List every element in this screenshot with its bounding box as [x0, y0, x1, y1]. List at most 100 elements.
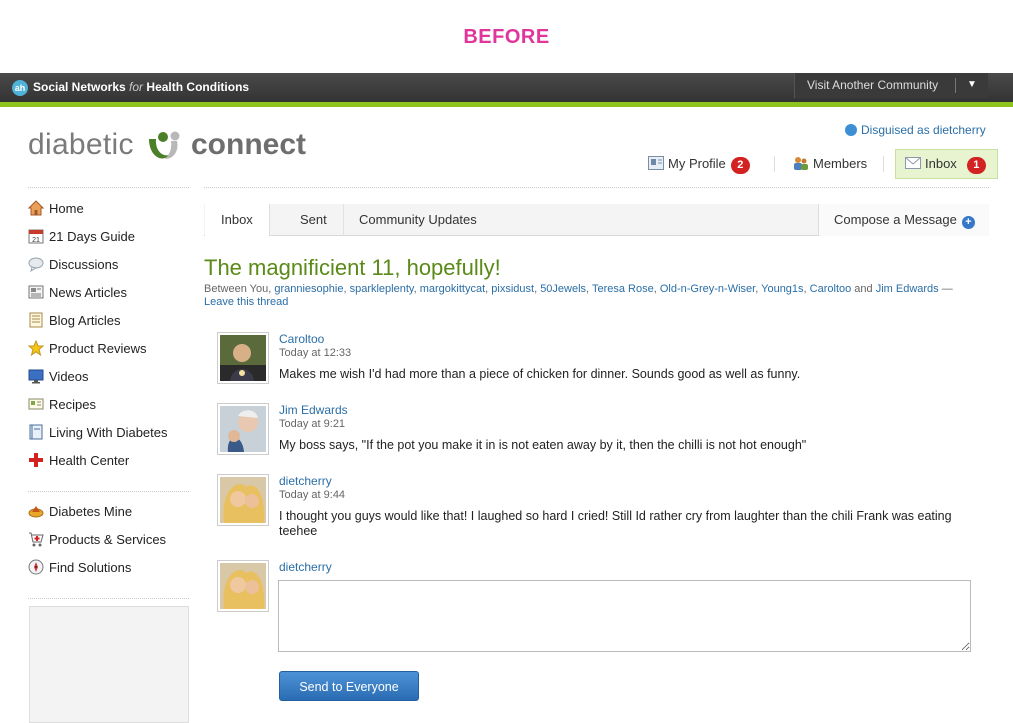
avatar[interactable] — [217, 332, 269, 384]
sidebar-item-label: Living With Diabetes — [49, 425, 168, 440]
participant-link[interactable]: sparkleplenty — [350, 283, 414, 295]
tab-community-updates[interactable]: Community Updates — [343, 204, 493, 236]
send-to-everyone-button[interactable]: Send to Everyone — [279, 671, 419, 701]
newspaper-icon — [28, 285, 44, 299]
participant-link[interactable]: 50Jewels — [540, 283, 586, 295]
cart-icon — [29, 532, 44, 547]
home-icon — [28, 200, 44, 216]
members-icon — [794, 157, 808, 170]
logo-mark-icon[interactable] — [145, 131, 183, 163]
sidebar-item-label: Discussions — [49, 257, 119, 272]
profile-card-icon — [648, 156, 664, 170]
before-label: BEFORE — [463, 26, 550, 48]
sidebar-item-label: Find Solutions — [49, 560, 132, 575]
participant-link[interactable]: Caroltoo — [810, 283, 852, 295]
plus-icon: + — [961, 216, 975, 229]
header-divider — [204, 187, 989, 188]
sidebar-item-label: Products & Services — [49, 532, 167, 547]
sidebar-divider — [28, 598, 189, 599]
sidebar-divider — [28, 491, 189, 492]
sidebar-item-label: Product Reviews — [49, 341, 147, 356]
sidebar-item-label: Diabetes Mine — [49, 504, 133, 519]
leave-thread-link[interactable]: Leave this thread — [204, 296, 288, 308]
and-word: and — [851, 283, 876, 295]
book-icon — [29, 424, 43, 440]
participant-link[interactable]: pixsidust — [491, 283, 534, 295]
dropdown-arrow-icon[interactable]: ▼ — [967, 74, 977, 96]
sidebar-item-label: Home — [49, 201, 84, 216]
ah-logo-icon[interactable]: ah — [12, 80, 28, 96]
visit-divider — [955, 78, 956, 93]
participant-link[interactable]: granniesophie — [274, 283, 343, 295]
inbox-link[interactable]: Inbox 1 — [905, 156, 986, 174]
disguised-as-link[interactable]: Disguised as dietcherry — [845, 123, 986, 137]
sidebar-ad-placeholder — [29, 606, 189, 723]
participant-link[interactable]: margokittycat — [420, 283, 485, 295]
sidebar-item-product-reviews[interactable]: Product Reviews — [28, 340, 147, 358]
speech-bubble-icon — [28, 257, 44, 272]
participant-link[interactable]: Young1s — [761, 283, 803, 295]
star-icon — [28, 340, 44, 356]
nav-separator — [883, 156, 884, 172]
avatar[interactable] — [217, 403, 269, 455]
sidebar-item-health-center[interactable]: Health Center — [28, 452, 129, 470]
sidebar-item-recipes[interactable]: Recipes — [28, 396, 96, 414]
monitor-icon — [28, 369, 44, 384]
profile-count-badge: 2 — [730, 157, 750, 174]
message-author[interactable]: Jim Edwards — [279, 403, 348, 417]
message-author[interactable]: dietcherry — [279, 474, 332, 488]
participant-link[interactable]: Jim Edwards — [876, 283, 939, 295]
thread-title: The magnificient 11, hopefully! — [204, 255, 501, 280]
sidebar-item-living-with-diabetes[interactable]: Living With Diabetes — [28, 424, 168, 442]
tab-sent[interactable]: Sent — [284, 204, 344, 236]
sidebar-item-diabetes-mine[interactable]: Diabetes Mine — [28, 503, 132, 521]
avatar[interactable] — [217, 560, 269, 612]
sidebar-item-news-articles[interactable]: News Articles — [28, 284, 127, 302]
network-title[interactable]: Social Networks for Health Conditions — [33, 80, 249, 94]
message-time: Today at 9:44 — [279, 489, 346, 501]
participant-link[interactable]: Old-n-Grey-n-Wiser — [660, 283, 755, 295]
message-text: My boss says, "If the pot you make it in… — [279, 438, 807, 452]
participant-link[interactable]: Teresa Rose — [592, 283, 654, 295]
recipe-card-icon — [28, 398, 44, 410]
sidebar-item-label: Recipes — [49, 397, 96, 412]
compass-icon — [28, 559, 44, 575]
site-logo-diabetic[interactable]: diabetic — [28, 128, 134, 162]
site-logo-connect[interactable]: connect — [191, 128, 306, 162]
svg-text:21: 21 — [32, 237, 40, 244]
tab-inbox[interactable]: Inbox — [205, 204, 270, 236]
sidebar-item-label: 21 Days Guide — [49, 229, 135, 244]
leave-separator: — — [938, 283, 953, 295]
avatar-photo — [220, 335, 266, 381]
sidebar-item-label: Health Center — [49, 453, 130, 468]
reply-textarea[interactable] — [278, 580, 971, 652]
sidebar-item-videos[interactable]: Videos — [28, 368, 89, 386]
message-time: Today at 12:33 — [279, 347, 352, 359]
message-text: I thought you guys would like that! I la… — [279, 509, 952, 538]
sidebar-item-products-services[interactable]: Products & Services — [28, 531, 166, 549]
sidebar-item-home[interactable]: Home — [28, 200, 84, 218]
my-profile-link[interactable]: My Profile 2 — [648, 156, 750, 174]
sidebar-item-21-days-guide[interactable]: 21 21 Days Guide — [28, 228, 135, 246]
compose-label: Compose a Message — [834, 212, 957, 227]
sidebar-item-discussions[interactable]: Discussions — [28, 256, 118, 274]
avatar[interactable] — [217, 474, 269, 526]
visit-community-dropdown[interactable]: Visit Another Community — [794, 73, 988, 98]
members-label: Members — [813, 156, 868, 171]
message-author[interactable]: Caroltoo — [279, 332, 324, 346]
reply-author[interactable]: dietcherry — [279, 560, 332, 574]
members-link[interactable]: Members — [792, 156, 867, 171]
refresh-icon — [845, 124, 857, 136]
mine-icon — [28, 506, 44, 518]
envelope-icon — [905, 157, 921, 169]
sidebar-item-label: Blog Articles — [49, 313, 121, 328]
compose-message-button[interactable]: Compose a Message + — [818, 204, 989, 236]
inbox-count-badge: 1 — [966, 157, 986, 174]
avatar-photo — [220, 406, 266, 452]
message-time: Today at 9:21 — [279, 418, 346, 430]
avatar-photo — [220, 563, 266, 609]
message-text: Makes me wish I'd had more than a piece … — [279, 367, 801, 381]
network-bar-accent — [0, 102, 1013, 107]
sidebar-item-find-solutions[interactable]: Find Solutions — [28, 559, 131, 577]
sidebar-item-blog-articles[interactable]: Blog Articles — [28, 312, 121, 330]
